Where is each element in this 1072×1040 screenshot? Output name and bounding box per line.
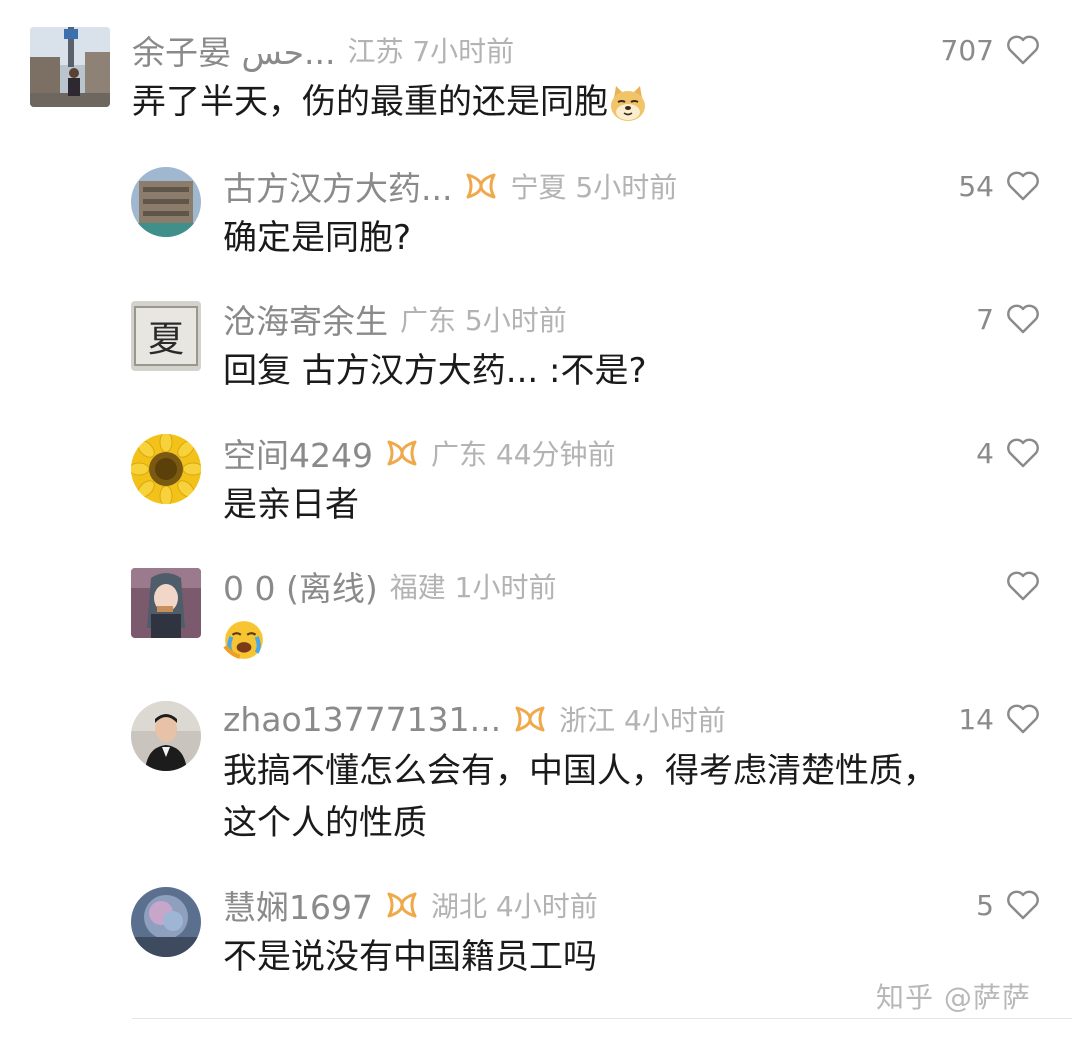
heart-icon — [1007, 438, 1039, 468]
like-count: 54 — [958, 169, 994, 203]
comment-text: 我搞不懂怎么会有，中国人，得考虑清楚性质， 这个人的性质 — [223, 745, 937, 849]
comment-meta: 0 0 (离线) 福建 1小时前 — [223, 566, 557, 608]
heart-icon — [1007, 171, 1039, 201]
comment-meta: 古方汉方大药... 宁夏 5小时前 — [223, 166, 678, 208]
avatar[interactable] — [131, 167, 201, 237]
vip-badge-icon — [466, 173, 496, 199]
heart-icon — [1007, 571, 1039, 601]
heart-icon — [1007, 304, 1039, 334]
like-count: 7 — [976, 302, 994, 336]
comment-text-line: 我搞不懂怎么会有，中国人，得考虑清楚性质， — [223, 751, 937, 791]
location-time: 湖北 4小时前 — [430, 890, 598, 923]
username[interactable]: 空间4249 — [223, 429, 373, 477]
avatar[interactable] — [30, 27, 110, 107]
like-count: 707 — [940, 33, 994, 67]
comment-text: 回复 古方汉方大药... :不是? — [223, 351, 647, 391]
heart-icon — [1007, 890, 1039, 920]
avatar[interactable] — [131, 887, 201, 957]
avatar[interactable] — [131, 701, 201, 771]
location-time: 福建 1小时前 — [389, 571, 557, 604]
location-time: 浙江 4小时前 — [559, 704, 726, 737]
like-button[interactable]: 54 — [958, 166, 1040, 206]
like-button[interactable] — [994, 566, 1040, 606]
location-time: 江苏 7小时前 — [347, 35, 515, 68]
username[interactable]: 沧海寄余生 — [223, 295, 388, 343]
username[interactable]: 0 0 (离线) — [223, 562, 378, 610]
comment-body: 弄了半天，伤的最重的还是同胞 — [132, 82, 608, 122]
username[interactable]: zhao13777131... — [223, 700, 501, 739]
svg-text:夏: 夏 — [148, 319, 184, 360]
comment-text: 不是说没有中国籍员工吗 — [223, 937, 597, 977]
username[interactable]: 古方汉方大药... — [223, 162, 452, 210]
divider — [132, 1018, 1072, 1019]
avatar[interactable] — [131, 568, 201, 638]
comment-meta: 慧娴1697 湖北 4小时前 — [223, 885, 598, 927]
location-time: 广东 44分钟前 — [430, 438, 616, 471]
comment-text — [223, 612, 265, 664]
comment-meta: zhao13777131... 浙江 4小时前 — [223, 699, 726, 739]
like-button[interactable]: 707 — [941, 30, 1040, 70]
comment-text: 确定是同胞? — [223, 218, 412, 258]
location-time: 宁夏 5小时前 — [510, 171, 678, 204]
like-count: 4 — [976, 436, 994, 470]
like-button[interactable]: 7 — [976, 299, 1040, 339]
heart-icon — [1007, 35, 1039, 65]
watermark: 知乎 @萨萨 — [876, 981, 1031, 1014]
vip-badge-icon — [387, 892, 417, 918]
avatar[interactable]: 夏 — [131, 301, 201, 371]
vip-badge-icon — [387, 440, 417, 466]
username[interactable]: 余子晏 حس... — [132, 26, 335, 74]
vip-badge-icon — [515, 706, 545, 732]
comment-meta: 余子晏 حس... 江苏 7小时前 — [132, 30, 515, 72]
heart-icon — [1007, 704, 1039, 734]
like-button[interactable]: 5 — [976, 885, 1040, 925]
username[interactable]: 慧娴1697 — [223, 881, 373, 929]
comment-meta: 空间4249 广东 44分钟前 — [223, 433, 616, 475]
location-time: 广东 5小时前 — [400, 304, 567, 337]
doge-emoji-icon — [611, 85, 645, 121]
like-button[interactable]: 4 — [976, 433, 1040, 473]
comment-text: 是亲日者 — [223, 485, 359, 525]
like-count: 14 — [958, 702, 994, 736]
crying-emoji-icon — [223, 620, 263, 659]
avatar[interactable] — [131, 434, 201, 504]
like-button[interactable]: 14 — [958, 699, 1040, 739]
comment-text: 弄了半天，伤的最重的还是同胞 — [132, 76, 648, 128]
comment-meta: 沧海寄余生 广东 5小时前 — [223, 299, 567, 341]
like-count: 5 — [976, 888, 994, 922]
comment-text-line: 这个人的性质 — [223, 803, 427, 843]
